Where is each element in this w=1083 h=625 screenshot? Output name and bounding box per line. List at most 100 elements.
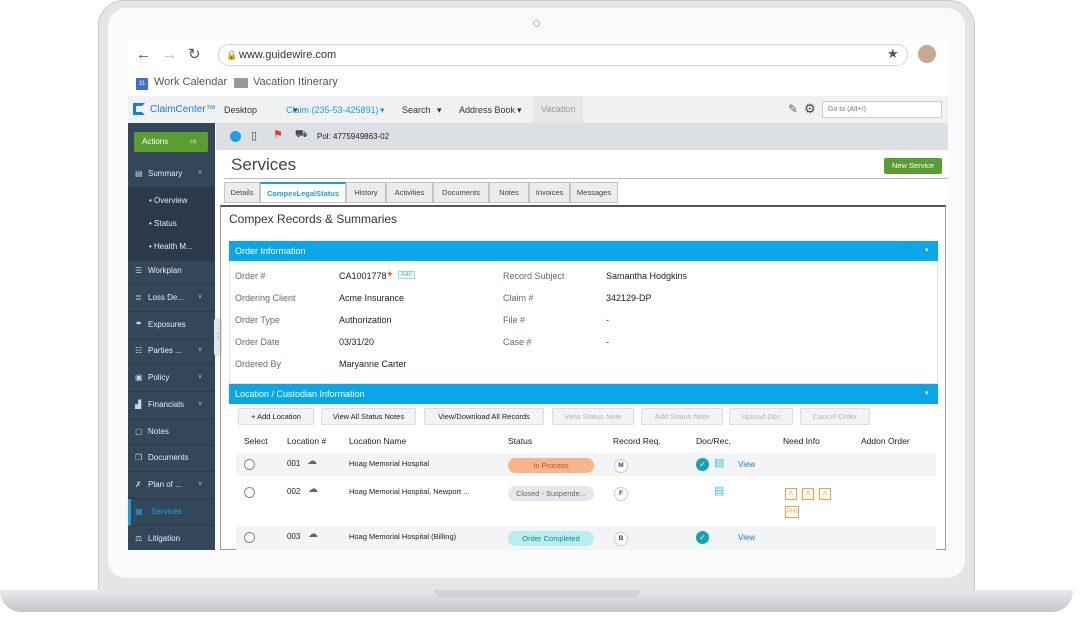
nav-search-dropdown[interactable]: ▾ (437, 105, 442, 116)
col-status: Status (508, 436, 533, 446)
nav-address-book[interactable]: Address Book (459, 105, 515, 115)
order-date-value: 03/31/20 (339, 337, 375, 347)
bookmark-vacation-itinerary[interactable]: Vacation Itinerary (253, 76, 338, 88)
location-number: 001 (287, 459, 301, 468)
view-link[interactable]: View (738, 533, 755, 542)
nav-address-book-dropdown[interactable]: ▾ (517, 105, 522, 116)
tab-history[interactable]: History (346, 182, 386, 203)
divider (224, 178, 948, 179)
sidebar-item-parties[interactable]: ☷ Parties ... ˅ (128, 338, 215, 365)
col-addon-order: Addon Order (861, 436, 910, 446)
goto-input[interactable] (822, 101, 942, 118)
sidebar-item-documents[interactable]: ❐ Documents (128, 445, 215, 472)
ordered-by-label: Ordered By (235, 359, 282, 369)
gear-icon[interactable]: ⚙ (804, 101, 816, 117)
cloud-upload-icon[interactable]: ☁ (308, 484, 318, 495)
edit-icon[interactable]: ✎ (788, 102, 798, 116)
view-status-note-button[interactable]: View Status Note (552, 408, 634, 425)
sidebar: Actions ⇨ ▤ Summary ˄ • Overview • Status •… (128, 123, 215, 550)
bookmark-work-calendar[interactable]: Work Calendar (154, 76, 227, 88)
sidebar-item-notes[interactable]: ▢ Notes (128, 419, 215, 446)
nav-vacation[interactable]: Vacation (533, 96, 583, 123)
parties-icon: ☷ (135, 346, 143, 355)
document-question-icon[interactable]: ▯ (251, 129, 257, 142)
cancel-order-button[interactable]: Cancel Order (800, 408, 870, 425)
tab-compexlegalstatus[interactable]: CompexLegalStatus (260, 182, 346, 203)
select-radio[interactable] (244, 532, 255, 543)
view-all-status-notes-button[interactable]: View All Status Notes (321, 408, 416, 425)
reload-icon[interactable]: ↻ (188, 45, 201, 63)
guidewire-logo-icon (133, 103, 145, 115)
check-circle-icon: ✓ (696, 531, 709, 544)
section-title: Compex Records & Summaries (229, 212, 398, 226)
tab-notes[interactable]: Notes (489, 182, 529, 203)
sidebar-item-services[interactable]: ▦ Services (128, 499, 215, 526)
litigation-icon: ⚖ (135, 534, 143, 543)
policy-number: Pol: 4775949863-02 (317, 132, 390, 141)
car-icon[interactable]: ⛟ (295, 129, 308, 142)
sidebar-item-plan[interactable]: ✗ Plan of ... ˅ (128, 472, 215, 499)
sidebar-item-financials[interactable]: ▟ Financials ˅ (128, 392, 215, 419)
nav-claim-dropdown[interactable]: ▾ (380, 105, 385, 116)
url-bar[interactable]: 🔒 www.guidewire.com (218, 44, 908, 66)
new-service-button[interactable]: New Service (884, 158, 942, 174)
order-info-header[interactable]: Order Information ▾ (229, 241, 938, 261)
record-req-badge: F (614, 487, 628, 501)
sidebar-item-litigation[interactable]: ⚖ Litigation (128, 526, 215, 550)
tab-messages[interactable]: Messages (570, 182, 618, 203)
add-status-note-button[interactable]: Add Status Note (641, 408, 723, 425)
loss-details-icon: ≣ (135, 293, 142, 302)
nav-desktop[interactable]: Desktop (224, 105, 257, 115)
col-doc-rec: Doc/Rec. (696, 436, 731, 446)
clipboard-icon[interactable]: ▤ (714, 456, 724, 469)
view-download-all-records-button[interactable]: View/Download All Records (424, 408, 544, 425)
cloud-upload-icon[interactable]: ☁ (308, 529, 318, 540)
col-record-req: Record Req. (613, 436, 661, 446)
upload-doc-button[interactable]: Upload Doc (729, 408, 793, 425)
star-icon[interactable]: ★ (887, 46, 899, 62)
select-radio[interactable] (244, 459, 255, 470)
clipboard-icon[interactable]: ▤ (714, 484, 724, 497)
add-location-button[interactable]: + Add Location (238, 408, 314, 425)
status-dot-icon (230, 131, 241, 142)
tab-details[interactable]: Details (224, 182, 260, 203)
need-info-badge[interactable]: A (802, 488, 814, 500)
select-radio[interactable] (244, 487, 255, 498)
order-date-label: Order Date (235, 337, 280, 347)
need-info-badge[interactable]: A (785, 488, 797, 500)
laptop-notch (434, 590, 640, 598)
sidebar-item-workplan[interactable]: ☰ Workplan (128, 258, 215, 285)
sidebar-item-health[interactable]: • Health M... (128, 234, 215, 261)
info-bar: ▯ ⚑ ⛟ Pol: 4775949863-02 (216, 123, 948, 150)
sidebar-item-exposures[interactable]: ☂ Exposures (128, 312, 215, 339)
location-name: Hoag Memorial Hospital (349, 459, 430, 468)
need-info-badge[interactable]: PHI (785, 506, 799, 518)
location-info-header[interactable]: Location / Custodian Information ▾ (229, 384, 938, 404)
file-number-value: - (606, 315, 609, 325)
services-icon: ▦ (135, 507, 143, 516)
claim-number-label: Claim # (503, 293, 534, 303)
cloud-upload-icon[interactable]: ☁ (307, 456, 317, 467)
sidebar-item-loss-details[interactable]: ≣ Loss De... ˅ (128, 285, 215, 312)
chevron-down-icon: ˅ (198, 374, 203, 381)
tab-invoices[interactable]: Invoices (529, 182, 570, 203)
sidebar-item-policy[interactable]: ▣ Policy ˅ (128, 365, 215, 392)
actions-button[interactable]: Actions ⇨ (134, 132, 208, 152)
status-badge: In Process (508, 458, 594, 473)
back-icon[interactable]: ← (136, 46, 151, 63)
notes-icon: ▢ (135, 427, 143, 436)
tab-documents[interactable]: Documents (433, 182, 489, 203)
case-number-label: Case # (503, 337, 532, 347)
need-info-badge[interactable]: A (819, 488, 831, 500)
chevron-down-icon: ˅ (198, 294, 203, 301)
sidebar-item-summary[interactable]: ▤ Summary ˄ (128, 161, 215, 188)
view-link[interactable]: View (738, 460, 755, 469)
nav-claim[interactable]: Claim (235-53-425891) (286, 105, 379, 115)
avatar[interactable] (918, 45, 936, 63)
tab-activities[interactable]: Activities (386, 182, 433, 203)
pin-icon: ✦ (386, 269, 394, 279)
flag-icon[interactable]: ⚑ (273, 128, 283, 141)
forward-icon[interactable]: → (162, 46, 177, 63)
chevron-down-icon: ˅ (198, 481, 203, 488)
nav-search[interactable]: Search (402, 105, 431, 115)
